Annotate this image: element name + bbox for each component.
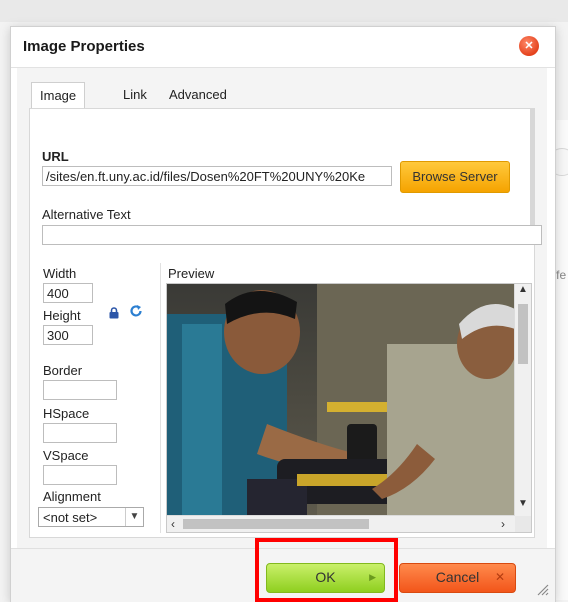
url-input[interactable] [42,166,392,186]
dialog-footer: OK ▶ Cancel ✕ [11,548,555,602]
preview-pane[interactable]: ▲ ▼ ‹ › [166,283,532,533]
dialog-body: Image Info Link Advanced URL Browse Serv… [17,68,547,548]
arrow-right-icon: ▶ [369,572,376,582]
width-label: Width [43,266,77,281]
close-small-icon: ✕ [494,570,505,584]
hspace-input[interactable] [43,423,117,443]
scroll-up-icon[interactable]: ▲ [515,284,531,295]
ok-label: OK [315,569,336,585]
scroll-left-icon[interactable]: ‹ [171,516,175,532]
hspace-label: HSpace [43,406,90,421]
resize-grip-icon[interactable] [533,580,549,596]
panel-scrollbar[interactable] [530,109,535,229]
scroll-right-icon[interactable]: › [501,516,505,532]
horizontal-scroll-thumb[interactable] [183,519,369,529]
border-input[interactable] [43,380,117,400]
lock-icon[interactable] [108,307,120,319]
alignment-value: <not set> [43,510,98,525]
width-input[interactable] [43,283,93,303]
height-label: Height [43,308,81,323]
cancel-label: Cancel [435,569,480,585]
close-icon[interactable]: ✕ [519,36,539,56]
alt-text-input[interactable] [42,225,542,245]
preview-label: Preview [168,266,215,281]
vspace-input[interactable] [43,465,117,485]
height-input[interactable] [43,325,93,345]
alignment-label: Alignment [43,489,101,504]
dialog-title: Image Properties [23,38,145,55]
page-background-top [0,0,568,22]
image-properties-dialog: Image Properties ✕ Image Info Link Advan… [10,26,556,602]
field-separator [160,263,161,533]
photo-icon [167,284,515,516]
vspace-label: VSpace [43,448,89,463]
cancel-button[interactable]: Cancel ✕ [399,563,516,593]
vertical-scroll-thumb[interactable] [518,304,528,364]
tab-advanced[interactable]: Advanced [161,82,235,108]
url-label: URL [42,149,69,164]
image-info-panel: URL Browse Server Alternative Text Width… [29,108,542,538]
chevron-down-icon: ▼ [125,508,143,526]
alignment-select[interactable]: <not set> ▼ [38,507,144,527]
preview-vertical-scrollbar[interactable]: ▲ ▼ [514,284,531,516]
scroll-down-icon[interactable]: ▼ [515,498,531,509]
ok-button[interactable]: OK ▶ [266,563,385,593]
border-label: Border [43,363,83,378]
tab-link[interactable]: Link [115,82,155,108]
preview-horizontal-scrollbar[interactable]: ‹ › [167,515,515,532]
reset-size-icon[interactable] [129,304,143,318]
dialog-header: Image Properties ✕ [11,27,555,68]
alt-text-label: Alternative Text [42,207,131,222]
scroll-corner [515,516,531,532]
tab-image-info[interactable]: Image Info [31,82,86,129]
browse-server-button[interactable]: Browse Server [400,161,510,193]
